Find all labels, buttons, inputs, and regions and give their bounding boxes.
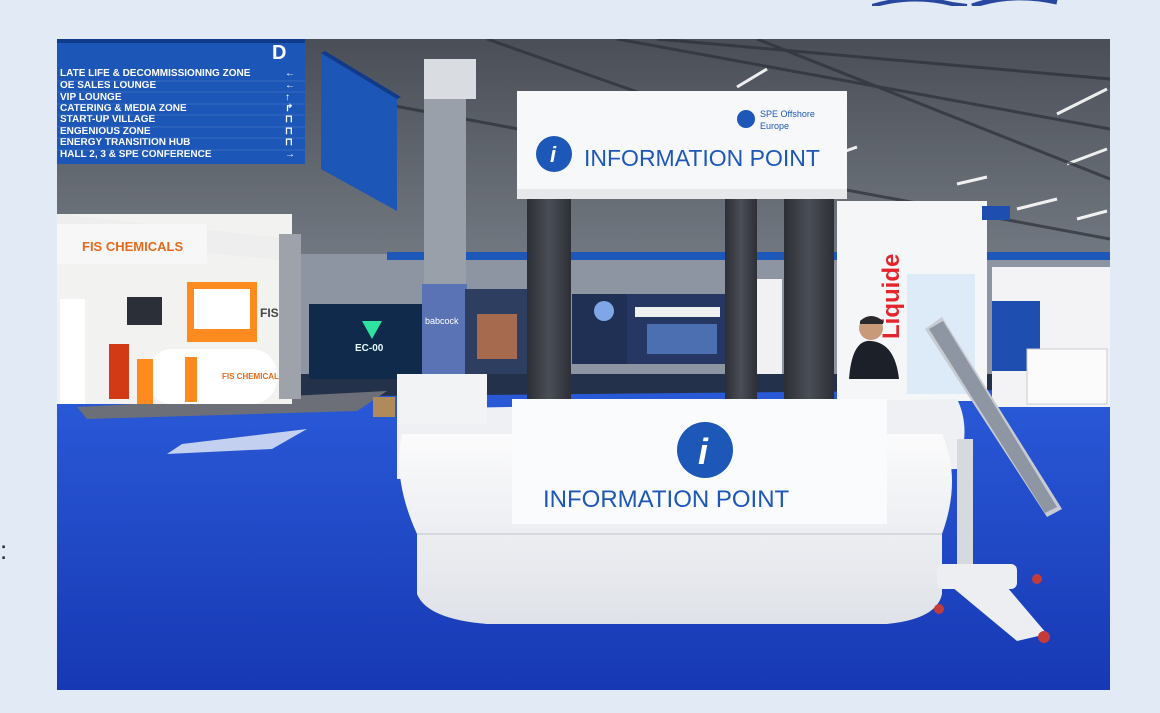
sign-arrow-1: ← [285,80,295,91]
fis-chemicals-sign: FIS CHEMICALS [82,239,183,254]
page-frame: : FIS CHEMICALS FIS FIS CHEMICALS EC-00 … [0,0,1160,713]
sign-item-6: ENERGY TRANSITION HUB [60,137,190,148]
sign-arrow-4: ⊓ [285,114,293,125]
babcock-sign: babcock [425,316,459,326]
front-title: INFORMATION POINT [543,486,790,513]
sponsor-line2: Europe [760,121,789,131]
colon-mark: : [0,535,8,565]
sign-arrow-2: ↑ [285,92,290,103]
floor-box [373,397,395,417]
sign-item-7: HALL 2, 3 & SPE CONFERENCE [60,149,212,160]
sign-item-5: ENGENIOUS ZONE [60,126,151,137]
sign-arrow-6: ⊓ [285,137,293,148]
sign-item-2: VIP LOUNGE [60,92,122,103]
booth-pillar-mid [725,199,757,399]
signboard-letter: D [272,42,286,64]
booth-pillar-left [527,199,571,399]
header-title: INFORMATION POINT [584,145,820,171]
sign-item-1: OE SALES LOUNGE [60,80,156,91]
booth-pillar-right [784,199,834,399]
svg-text:i: i [550,142,557,167]
spe-logo-icon [737,110,755,128]
sign-arrow-3: ↱ [285,103,293,114]
sign-arrow-7: → [285,149,295,160]
decorative-logo-fragment [872,0,1058,6]
svg-text:i: i [698,431,709,472]
dark-booth-ec [309,304,424,379]
sponsor-line1: SPE Offshore [760,109,815,119]
sign-item-3: CATERING & MEDIA ZONE [60,103,187,114]
exhibition-photo: FIS CHEMICALS FIS FIS CHEMICALS EC-00 ba… [57,39,1110,690]
sign-item-0: LATE LIFE & DECOMMISSIONING ZONE [60,68,251,79]
sign-arrow-0: ← [285,68,295,79]
fis-chemicals-booth: FIS CHEMICALS FIS FIS CHEMICALS [57,214,292,404]
svg-text:FIS CHEMICALS: FIS CHEMICALS [222,372,285,381]
babcock-banner [422,284,467,379]
fis-sign-small: FIS [260,306,279,320]
sign-arrow-5: ⊓ [285,126,293,137]
sign-item-4: START-UP VILLAGE [60,114,156,125]
ec-sign: EC-00 [355,343,384,354]
photo-scene: FIS CHEMICALS FIS FIS CHEMICALS EC-00 ba… [57,39,1110,690]
counter-stand [397,374,487,424]
